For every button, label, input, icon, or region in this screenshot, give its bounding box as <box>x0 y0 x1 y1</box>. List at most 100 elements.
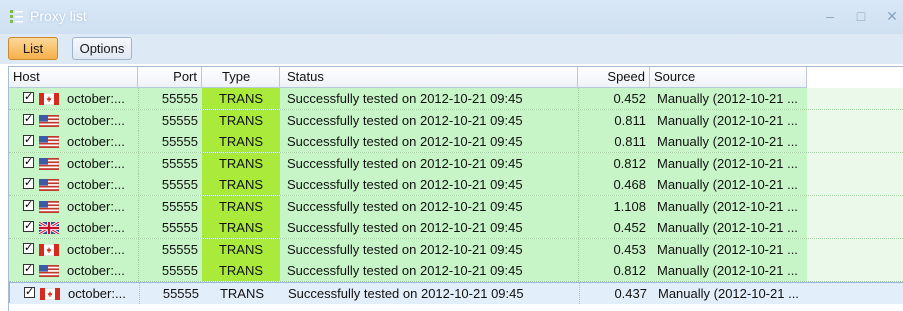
close-button[interactable]: ✕ <box>883 7 901 25</box>
port-cell: 55555 <box>161 241 198 257</box>
column-header-status[interactable]: Status <box>280 67 578 87</box>
row-tail <box>807 195 903 217</box>
table-row[interactable]: ✓ october:... 55555 TRANS Successfully teste… <box>9 131 903 153</box>
port-cell: 55555 <box>161 134 198 149</box>
table-row[interactable]: ✓ october:... 55555 TRANS Successfully teste… <box>9 281 903 304</box>
type-cell: TRANS <box>202 195 280 217</box>
row-tail <box>807 152 903 174</box>
canada-flag-icon <box>39 243 59 256</box>
row-tail <box>807 174 903 195</box>
minimize-button[interactable]: – <box>821 7 839 25</box>
type-cell: TRANS <box>202 152 280 174</box>
row-checkbox[interactable]: ✓ <box>23 156 34 168</box>
table-row[interactable]: ✓ october:... 55555 TRANS Successfully teste… <box>9 174 903 196</box>
host-cell: october:... <box>67 134 125 149</box>
status-cell: Successfully tested on 2012-10-21 09:45 <box>288 285 524 301</box>
port-cell: 55555 <box>161 155 198 171</box>
row-tail <box>807 88 903 109</box>
row-checkbox[interactable]: ✓ <box>23 113 34 125</box>
title-bar: Proxy list – □ ✕ <box>0 0 903 34</box>
source-cell: Manually (2012-10-21 ... <box>657 112 798 128</box>
usa-flag-icon <box>39 179 59 191</box>
speed-cell: 0.452 <box>613 220 646 235</box>
options-tab-button[interactable]: Options <box>72 37 132 60</box>
port-cell: 55555 <box>161 112 198 128</box>
table-row[interactable]: ✓ october:... 55555 TRANS Successfully teste… <box>9 88 903 110</box>
source-cell: Manually (2012-10-21 ... <box>658 285 799 301</box>
host-cell: october:... <box>67 198 125 214</box>
status-cell: Successfully tested on 2012-10-21 09:45 <box>287 91 523 106</box>
proxy-grid[interactable]: Host Port Type Status Speed Source ✓ octo… <box>8 66 903 311</box>
column-header-host[interactable]: Host <box>9 67 138 87</box>
column-header-source[interactable]: Source <box>650 67 807 87</box>
port-cell: 55555 <box>161 220 198 235</box>
port-cell: 55555 <box>162 285 199 301</box>
row-checkbox[interactable]: ✓ <box>23 199 34 211</box>
speed-cell: 0.452 <box>613 91 646 106</box>
status-cell: Successfully tested on 2012-10-21 09:45 <box>287 134 523 149</box>
row-tail <box>808 282 903 304</box>
type-cell: TRANS <box>202 174 280 195</box>
column-header-type[interactable]: Type <box>202 67 280 87</box>
port-cell: 55555 <box>161 91 198 106</box>
row-checkbox[interactable]: ✓ <box>23 221 34 232</box>
row-checkbox[interactable]: ✓ <box>23 135 34 146</box>
type-cell: TRANS <box>202 260 280 281</box>
speed-cell: 0.437 <box>614 285 647 301</box>
row-checkbox[interactable]: ✓ <box>24 286 35 298</box>
table-row[interactable]: ✓ october:... 55555 TRANS Successfully teste… <box>9 238 903 261</box>
source-cell: Manually (2012-10-21 ... <box>657 198 798 214</box>
port-cell: 55555 <box>161 198 198 214</box>
status-cell: Successfully tested on 2012-10-21 09:45 <box>287 198 523 214</box>
host-cell: october:... <box>68 285 126 301</box>
type-cell: TRANS <box>202 131 280 152</box>
source-cell: Manually (2012-10-21 ... <box>657 263 798 278</box>
row-checkbox[interactable]: ✓ <box>23 264 34 275</box>
type-cell: TRANS <box>202 238 280 260</box>
window-title: Proxy list <box>30 8 87 24</box>
speed-cell: 0.812 <box>613 263 646 278</box>
usa-flag-icon <box>39 200 59 213</box>
table-row[interactable]: ✓ october:... 55555 TRANS Successfully teste… <box>9 152 903 175</box>
status-cell: Successfully tested on 2012-10-21 09:45 <box>287 263 523 278</box>
host-cell: october:... <box>67 263 125 278</box>
table-row[interactable]: ✓ october:... 55555 TRANS Successfully teste… <box>9 195 903 218</box>
column-header-port[interactable]: Port <box>138 67 202 87</box>
maximize-button[interactable]: □ <box>852 7 870 25</box>
speed-cell: 1.108 <box>613 198 646 214</box>
column-header-speed[interactable]: Speed <box>578 67 650 87</box>
list-tab-button[interactable]: List <box>8 37 58 60</box>
table-row[interactable]: ✓ october:... 55555 TRANS Successfully teste… <box>9 217 903 239</box>
toolbar: List Options <box>0 34 903 64</box>
speed-cell: 0.811 <box>614 112 646 128</box>
type-cell: TRANS <box>219 285 265 301</box>
usa-flag-icon <box>39 265 59 277</box>
row-checkbox[interactable]: ✓ <box>23 92 34 103</box>
host-cell: october:... <box>67 241 125 257</box>
host-cell: october:... <box>67 112 125 128</box>
row-tail <box>807 238 903 260</box>
usa-flag-icon <box>39 114 59 127</box>
usa-flag-icon <box>39 157 59 170</box>
host-cell: october:... <box>67 220 125 235</box>
row-checkbox[interactable]: ✓ <box>23 242 34 254</box>
host-cell: october:... <box>67 177 125 192</box>
type-cell: TRANS <box>202 88 280 109</box>
canada-flag-icon <box>40 287 60 300</box>
source-cell: Manually (2012-10-21 ... <box>657 241 798 257</box>
table-row[interactable]: ✓ october:... 55555 TRANS Successfully teste… <box>9 109 903 132</box>
port-cell: 55555 <box>161 177 198 192</box>
status-cell: Successfully tested on 2012-10-21 09:45 <box>287 220 523 235</box>
table-row[interactable]: ✓ october:... 55555 TRANS Successfully teste… <box>9 260 903 282</box>
canada-flag-icon <box>39 93 59 105</box>
row-checkbox[interactable]: ✓ <box>23 178 34 189</box>
status-cell: Successfully tested on 2012-10-21 09:45 <box>287 177 523 192</box>
source-cell: Manually (2012-10-21 ... <box>657 155 798 171</box>
speed-cell: 0.812 <box>613 155 646 171</box>
type-cell: TRANS <box>202 109 280 131</box>
row-tail <box>807 109 903 131</box>
proxy-list-icon <box>10 10 23 23</box>
source-cell: Manually (2012-10-21 ... <box>657 91 798 106</box>
row-tail <box>807 131 903 152</box>
speed-cell: 0.468 <box>613 177 646 192</box>
